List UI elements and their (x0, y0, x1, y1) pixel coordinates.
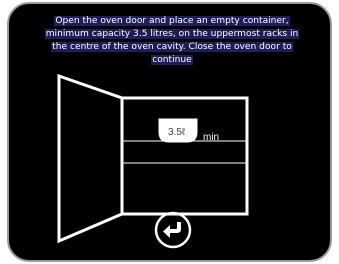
container-capacity-unit: min (203, 132, 219, 143)
back-arrow-icon (154, 211, 192, 249)
oven-door (57, 73, 124, 244)
back-button[interactable] (154, 211, 192, 249)
instruction-screen: Open the oven door and place an empty co… (7, 2, 332, 262)
container-capacity: 3.5ℓ (168, 127, 186, 138)
oven-cavity (120, 96, 249, 216)
